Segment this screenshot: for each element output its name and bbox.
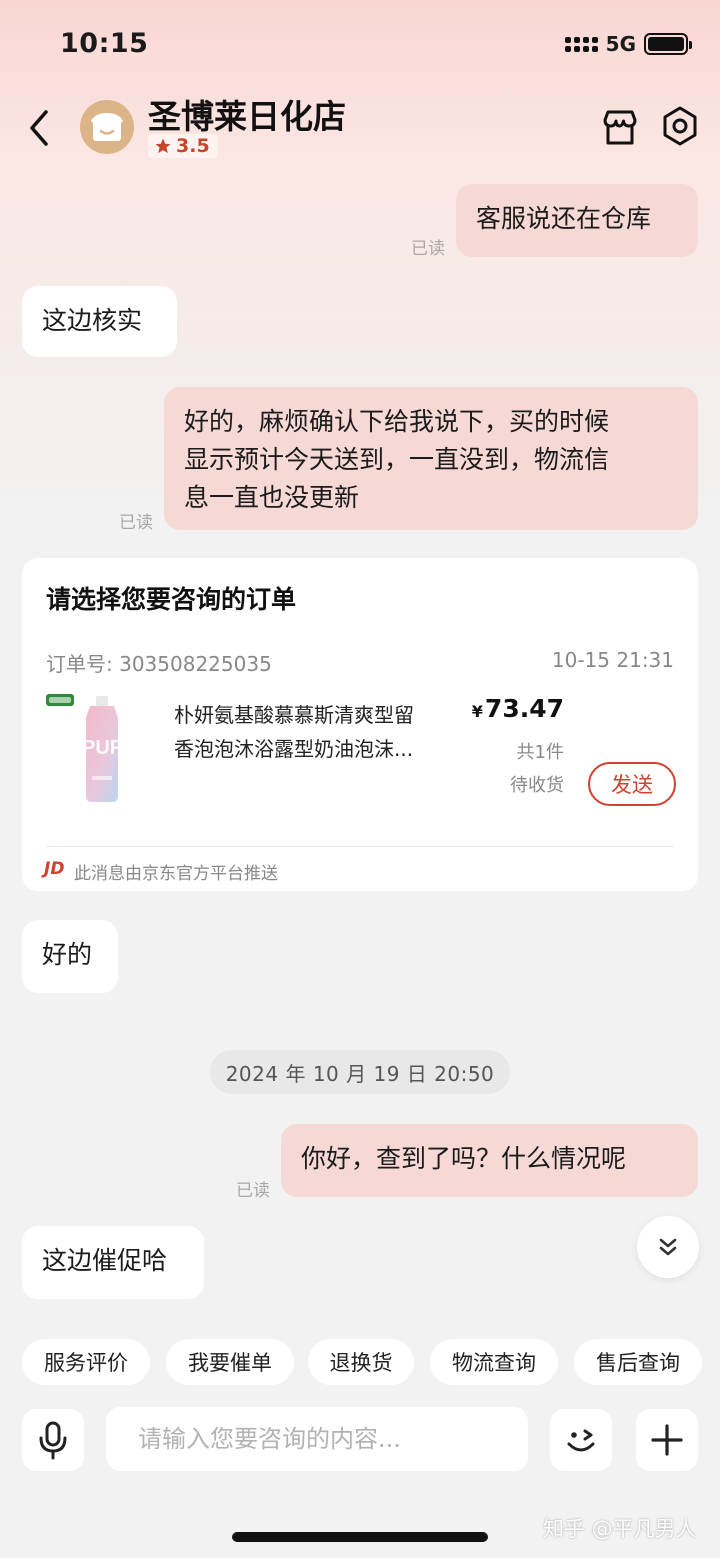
shop-name: 圣博莱日化店 [148, 97, 346, 136]
product-bottle-icon: PUF [46, 694, 122, 802]
message-text: 你好，查到了吗？什么情况呢 [301, 1144, 627, 1173]
order-card-title: 请选择您要咨询的订单 [46, 585, 297, 614]
order-time: 10-15 21:31 [551, 648, 674, 672]
product-brand-text: PUF [82, 737, 122, 759]
voice-button[interactable] [22, 1409, 84, 1471]
message-line: 好的，麻烦确认下给我说下，买的时候 [184, 407, 610, 436]
send-order-button[interactable]: 发送 [588, 762, 676, 806]
quick-reply-service-review[interactable]: 服务评价 [22, 1339, 150, 1385]
star-icon [155, 138, 171, 154]
read-receipt: 已读 [119, 513, 153, 533]
product-name-line: 朴妍氨基酸慕慕斯清爽型留 [174, 703, 414, 727]
plus-icon [651, 1424, 683, 1456]
message-outgoing[interactable]: 你好，查到了吗？什么情况呢 [281, 1124, 698, 1197]
message-input[interactable] [106, 1407, 528, 1471]
jd-logo: JD [44, 859, 65, 879]
settings-button[interactable] [658, 104, 702, 148]
read-receipt: 已读 [236, 1181, 270, 1201]
message-incoming[interactable]: 这边核实 [22, 286, 177, 357]
message-incoming[interactable]: 好的 [22, 920, 118, 993]
store-button[interactable] [598, 106, 642, 150]
shop-avatar-icon [91, 113, 123, 141]
back-button[interactable] [22, 106, 62, 150]
quick-reply-after-sales[interactable]: 售后查询 [574, 1339, 702, 1385]
order-status: 待收货 [510, 775, 564, 796]
product-name-line: 香泡泡沐浴露型奶油泡沫... [174, 737, 414, 761]
order-number: 订单号: 303508225035 [46, 652, 272, 676]
back-icon [30, 110, 48, 146]
watermark: 知乎 @平凡男人 [543, 1517, 697, 1541]
read-receipt: 已读 [411, 239, 445, 259]
quick-replies-bar: 服务评价 我要催单 退换货 物流查询 售后查询 [22, 1339, 712, 1385]
message-text: 客服说还在仓库 [476, 204, 652, 233]
platform-note: 此消息由京东官方平台推送 [74, 864, 278, 884]
card-divider [46, 846, 674, 847]
product-image[interactable]: PUF [46, 692, 150, 804]
scroll-down-button[interactable] [637, 1216, 699, 1278]
message-line: 显示预计今天送到，一直没到，物流信 [184, 445, 610, 474]
network-label: 5G [605, 32, 636, 56]
signal-icon [564, 36, 598, 52]
microphone-icon [39, 1421, 67, 1460]
shop-avatar[interactable] [80, 100, 134, 154]
chat-header: 圣博莱日化店 3.5 [0, 90, 720, 170]
quick-reply-return-exchange[interactable]: 退换货 [308, 1339, 414, 1385]
settings-icon [663, 106, 697, 146]
message-line: 息一直也没更新 [184, 483, 360, 512]
emoji-icon [567, 1429, 595, 1452]
store-icon [603, 110, 637, 145]
order-card[interactable]: 请选择您要咨询的订单 订单号: 303508225035 10-15 21:31… [22, 558, 698, 891]
product-quantity: 共1件 [516, 742, 564, 763]
currency-symbol: ¥ [471, 702, 483, 721]
quick-reply-urge-order[interactable]: 我要催单 [166, 1339, 294, 1385]
scroll-down-icon [659, 1238, 677, 1256]
date-separator: 2024 年 10 月 19 日 20:50 [210, 1050, 510, 1094]
emoji-button[interactable] [550, 1409, 612, 1471]
battery-icon [644, 33, 692, 55]
product-name[interactable]: 朴妍氨基酸慕慕斯清爽型留 香泡泡沐浴露型奶油泡沫... [174, 698, 454, 766]
status-bar: 10:15 5G [0, 0, 720, 90]
message-text: 这边催促哈 [42, 1246, 168, 1275]
message-text: 这边核实 [42, 306, 143, 335]
message-outgoing[interactable]: 客服说还在仓库 [456, 184, 698, 257]
quick-reply-logistics[interactable]: 物流查询 [430, 1339, 558, 1385]
message-incoming[interactable]: 这边催促哈 [22, 1226, 204, 1299]
status-indicators: 5G [564, 32, 692, 56]
message-outgoing[interactable]: 好的，麻烦确认下给我说下，买的时候 显示预计今天送到，一直没到，物流信 息一直也… [164, 387, 698, 530]
product-price: ¥ 73.47 [472, 694, 564, 723]
rating-value: 3.5 [176, 135, 210, 157]
home-indicator[interactable] [232, 1532, 488, 1542]
price-amount: 73.47 [484, 694, 564, 723]
shop-rating: 3.5 [148, 134, 218, 158]
more-button[interactable] [636, 1409, 698, 1471]
message-text: 好的 [42, 940, 93, 969]
status-time: 10:15 [60, 28, 149, 59]
